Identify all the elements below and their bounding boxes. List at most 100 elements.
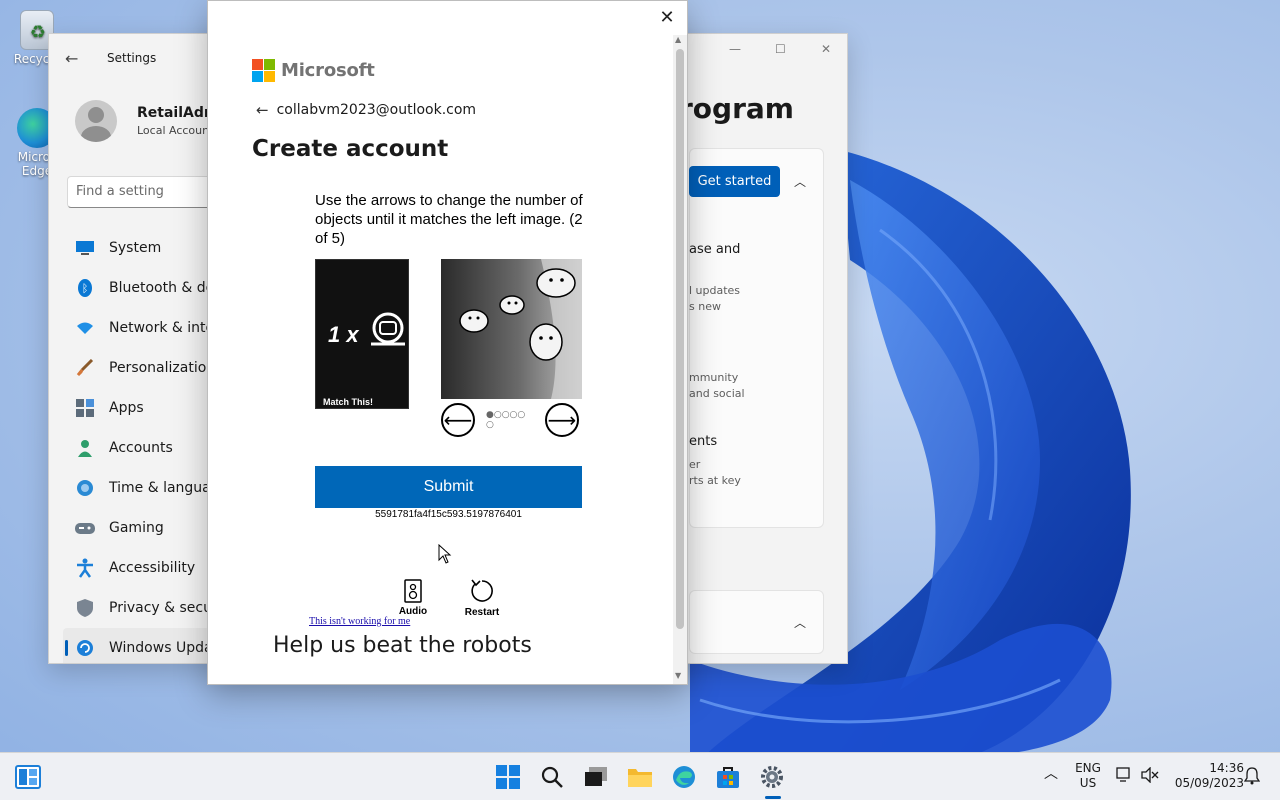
brush-icon [75, 358, 95, 378]
search-icon [541, 766, 563, 788]
captcha-instructions: Use the arrows to change the number of o… [315, 192, 583, 247]
nav-label: Privacy & securi [109, 600, 222, 616]
edge-icon [673, 766, 695, 788]
clock-time: 14:36 [1209, 761, 1244, 775]
match-symbol: 1 x [328, 322, 359, 347]
store-button[interactable] [714, 763, 742, 791]
not-working-link[interactable]: This isn't working for me [309, 616, 410, 627]
arrow-right-icon: ⟶ [547, 408, 577, 432]
card-subtext: s new [689, 300, 721, 313]
card-text: ents [689, 434, 718, 449]
submit-button[interactable]: Submit [315, 466, 582, 508]
taskbar: ︿ ENG US 14:36 05/09/2023 [0, 752, 1280, 800]
next-arrow-button[interactable]: ⟶ [545, 403, 579, 437]
input-language-indicator[interactable]: ENG US [1070, 761, 1106, 791]
card-text: ase and [689, 242, 741, 257]
widgets-icon [15, 765, 41, 789]
restart-button[interactable]: Restart [462, 578, 502, 618]
nav-label: Apps [109, 400, 144, 416]
accessibility-icon [75, 558, 95, 578]
back-arrow-icon[interactable]: ← [256, 101, 269, 119]
audio-button[interactable]: Audio [396, 579, 430, 617]
chevron-up-icon[interactable]: ︿ [794, 173, 806, 190]
page-title: rogram [679, 92, 794, 125]
close-icon[interactable]: ✕ [656, 8, 678, 30]
card-subtext: rts at key [689, 474, 741, 487]
edge-button[interactable] [670, 763, 698, 791]
file-explorer-button[interactable] [626, 763, 654, 791]
svg-text:♻: ♻ [30, 22, 46, 43]
store-icon [717, 767, 739, 788]
robots-heading: Help us beat the robots [273, 633, 532, 658]
svg-text:ᛒ: ᛒ [82, 282, 89, 295]
microsoft-logo: Microsoft [252, 59, 375, 82]
clock-date: 05/09/2023 [1174, 776, 1244, 790]
lang-bottom: US [1079, 776, 1097, 790]
nav-label: Accessibility [109, 560, 196, 576]
lang-top: ENG [1075, 761, 1101, 775]
dots-row: ○ [486, 420, 494, 430]
nav-label: System [109, 240, 162, 256]
show-hidden-icons-chevron-icon[interactable]: ︿ [1044, 767, 1058, 782]
back-arrow-icon[interactable]: ← [65, 49, 85, 68]
email-row: ← collabvm2023@outlook.com [256, 101, 476, 119]
create-account-dialog: ✕ ▲ ▼ Microsoft ← collabvm2023@outlook.c… [207, 0, 688, 685]
nav-label: Personalization [109, 360, 216, 376]
arrow-left-icon: ⟵ [443, 408, 473, 432]
get-started-button[interactable]: Get started [689, 166, 780, 197]
microsoft-wordmark: Microsoft [281, 60, 375, 81]
match-label: Match This! [323, 397, 374, 407]
match-target-icon: 1 x [328, 312, 405, 347]
avatar [75, 100, 117, 142]
dialog-scrollbar[interactable]: ▲ ▼ [673, 35, 687, 684]
bluetooth-icon: ᛒ [75, 278, 95, 298]
card-subtext: l updates [689, 284, 741, 297]
settings-title: Settings [107, 51, 157, 65]
speaker-icon [404, 579, 422, 603]
restart-icon [471, 579, 493, 602]
card-subtext: er [689, 458, 701, 471]
maximize-icon[interactable]: ☐ [775, 42, 786, 56]
wifi-icon [75, 318, 95, 338]
captcha-match-image: 1 x Match This! [315, 259, 409, 409]
nav-label: Windows Updat [109, 640, 219, 656]
account-email: collabvm2023@outlook.com [276, 102, 477, 118]
search-button[interactable] [538, 763, 566, 791]
gamepad-icon [75, 518, 95, 538]
close-icon[interactable]: ✕ [821, 42, 831, 56]
user-profile[interactable]: RetailAdmi Local Accoun [75, 100, 223, 142]
scroll-up-icon[interactable]: ▲ [675, 35, 681, 44]
pagination-dots: ●○○○○ ○ [486, 410, 542, 430]
notification-icon[interactable] [1243, 767, 1261, 789]
puzzle-scene [441, 259, 582, 399]
minimize-icon[interactable]: — [729, 42, 741, 56]
active-app-indicator [765, 796, 781, 799]
start-button[interactable] [494, 763, 522, 791]
task-view-icon [585, 767, 607, 786]
globe-clock-icon [75, 478, 95, 498]
shield-icon [75, 598, 95, 618]
insider-card [689, 148, 824, 528]
restart-label: Restart [464, 607, 500, 618]
update-icon [75, 638, 95, 658]
widgets-button[interactable] [14, 763, 42, 791]
chevron-up-icon[interactable]: ︿ [794, 614, 806, 631]
scroll-thumb[interactable] [676, 49, 684, 629]
folder-icon [628, 769, 652, 787]
volume-muted-icon[interactable] [1141, 766, 1159, 787]
previous-arrow-button[interactable]: ⟵ [441, 403, 475, 437]
nav-label: Bluetooth & dev [109, 280, 223, 296]
mouse-cursor-icon [438, 544, 452, 564]
nav-label: Gaming [109, 520, 164, 536]
clock[interactable]: 14:36 05/09/2023 [1168, 761, 1244, 791]
card-subtext: and social [689, 387, 745, 400]
session-id: 5591781fa4f15c593.5197876401 [375, 509, 522, 520]
apps-icon [75, 398, 95, 418]
network-status-icon[interactable] [1116, 767, 1134, 787]
person-icon [75, 438, 95, 458]
settings-taskbar-button[interactable] [758, 763, 786, 791]
windows-logo-icon [496, 765, 520, 789]
scroll-down-icon[interactable]: ▼ [675, 671, 681, 680]
nav-label: Time & languag [109, 480, 220, 496]
task-view-button[interactable] [582, 763, 610, 791]
